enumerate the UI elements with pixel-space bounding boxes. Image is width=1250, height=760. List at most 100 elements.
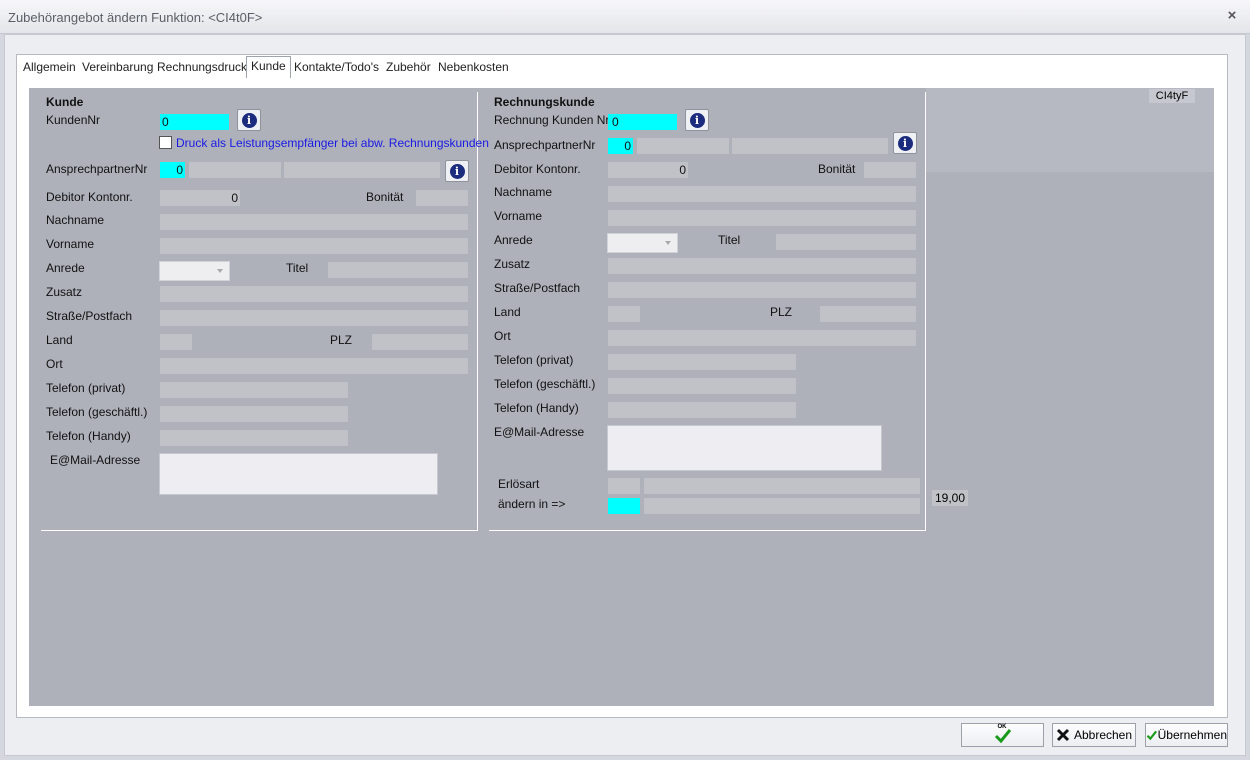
vorname-label: Vorname [46, 237, 95, 251]
r-ansprechpartner-input[interactable]: 0 [608, 138, 633, 154]
email-textarea[interactable] [159, 453, 438, 495]
ansprechpartner-field-3[interactable] [284, 162, 440, 178]
erloesart-code-input[interactable] [608, 478, 640, 494]
email-label: E@Mail-Adresse [50, 453, 141, 467]
aendern-code-input[interactable] [608, 498, 640, 514]
land-input[interactable] [160, 334, 192, 350]
tab-kontakte-todos[interactable]: Kontakte/Todo's [292, 59, 381, 77]
ansprechpartner-input[interactable]: 0 [160, 162, 185, 178]
nachname-input[interactable] [160, 214, 468, 230]
ok-check-icon: OK [994, 724, 1012, 744]
r-anrede-label: Anrede [494, 233, 533, 247]
r-tel-privat-input[interactable] [608, 354, 796, 370]
abbrechen-label: Abbrechen [1073, 728, 1133, 742]
kundennr-label: KundenNr [46, 113, 101, 127]
r-titel-input[interactable] [776, 234, 916, 250]
r-zusatz-input[interactable] [608, 258, 916, 274]
chevron-down-icon [217, 269, 223, 273]
vorname-input[interactable] [160, 238, 468, 254]
tel-geschaeft-input[interactable] [160, 406, 348, 422]
titel-label: Titel [286, 261, 309, 275]
anrede-select[interactable] [159, 261, 230, 281]
r-ansprechpartner-field-3[interactable] [732, 138, 888, 154]
window-title: Zubehörangebot ändern Funktion: <CI4t0F> [8, 10, 263, 25]
info-icon: i [449, 163, 465, 179]
apply-check-icon [1146, 730, 1158, 741]
leistungsempfaenger-checkbox[interactable] [159, 136, 172, 149]
strasse-input[interactable] [160, 310, 468, 326]
tab-kunde[interactable]: Kunde [246, 56, 291, 78]
r-vorname-label: Vorname [494, 209, 543, 223]
rechnung-kundennr-label: Rechnung Kunden Nr [494, 113, 610, 127]
r-nachname-input[interactable] [608, 186, 916, 202]
tab-allgemein[interactable]: Allgemein [21, 59, 78, 77]
info-icon: i [241, 112, 257, 128]
info-icon: i [897, 135, 913, 151]
erloesart-name-input[interactable] [644, 478, 920, 494]
ansprechpartner-info-button[interactable]: i [445, 160, 469, 182]
tel-handy-input[interactable] [160, 430, 348, 446]
aendern-name-input[interactable] [644, 498, 920, 514]
titel-input[interactable] [328, 262, 468, 278]
r-ansprechpartner-field-2[interactable] [637, 138, 729, 154]
kundennr-info-button[interactable]: i [237, 109, 261, 131]
plz-input[interactable] [372, 334, 468, 350]
land-label: Land [46, 333, 73, 347]
r-tel-handy-label: Telefon (Handy) [494, 401, 579, 415]
r-titel-label: Titel [718, 233, 741, 247]
ansprechpartner-field-2[interactable] [189, 162, 281, 178]
r-plz-label: PLZ [770, 305, 793, 319]
nachname-label: Nachname [46, 213, 105, 227]
bonitaet-label: Bonität [366, 190, 404, 204]
tab-vereinbarung[interactable]: Vereinbarung [80, 59, 155, 77]
tel-privat-input[interactable] [160, 382, 348, 398]
anrede-label: Anrede [46, 261, 85, 275]
r-strasse-label: Straße/Postfach [494, 281, 581, 295]
tel-privat-label: Telefon (privat) [46, 381, 126, 395]
close-icon[interactable]: × [1224, 7, 1240, 25]
ansprechpartner-label: AnsprechpartnerNr [46, 162, 148, 176]
ort-input[interactable] [160, 358, 468, 374]
r-ort-input[interactable] [608, 330, 916, 346]
r-bonitaet-input[interactable] [864, 162, 916, 178]
zusatz-input[interactable] [160, 286, 468, 302]
r-strasse-input[interactable] [608, 282, 916, 298]
r-tel-geschaeft-label: Telefon (geschäftl.) [494, 377, 596, 391]
r-tel-privat-label: Telefon (privat) [494, 353, 574, 367]
r-land-input[interactable] [608, 306, 640, 322]
aendern-label: ändern in => [498, 497, 566, 511]
ok-button[interactable]: OK [961, 723, 1044, 747]
r-debitor-input[interactable]: 0 [608, 162, 688, 178]
r-anrede-select[interactable] [607, 233, 678, 253]
debitor-label: Debitor Kontonr. [46, 190, 133, 204]
r-ansprechpartner-label: AnsprechpartnerNr [494, 138, 596, 152]
r-tel-handy-input[interactable] [608, 402, 796, 418]
r-debitor-label: Debitor Kontonr. [494, 162, 581, 176]
tab-nebenkosten[interactable]: Nebenkosten [436, 59, 511, 77]
debitor-input[interactable]: 0 [160, 190, 240, 206]
uebernehmen-button[interactable]: Übernehmen [1145, 723, 1228, 747]
leistungsempfaenger-checkbox-label[interactable]: Druck als Leistungsempfänger bei abw. Re… [176, 136, 489, 150]
r-zusatz-label: Zusatz [494, 257, 531, 271]
rechnung-kundennr-input[interactable]: 0 [608, 114, 677, 130]
rechnung-kundennr-info-button[interactable]: i [685, 109, 709, 131]
tel-handy-label: Telefon (Handy) [46, 429, 131, 443]
tab-rechnungsdruck[interactable]: Rechnungsdruck [155, 59, 249, 77]
strasse-label: Straße/Postfach [46, 309, 133, 323]
r-bonitaet-label: Bonität [818, 162, 856, 176]
r-vorname-input[interactable] [608, 210, 916, 226]
record-code: CI4tyF [1149, 89, 1195, 103]
tab-zubehoer[interactable]: Zubehör [384, 59, 433, 77]
r-email-textarea[interactable] [607, 425, 882, 471]
r-land-label: Land [494, 305, 521, 319]
r-ansprechpartner-info-button[interactable]: i [893, 132, 917, 154]
r-nachname-label: Nachname [494, 185, 553, 199]
kundennr-input[interactable]: 0 [160, 114, 229, 130]
r-plz-input[interactable] [820, 306, 916, 322]
bonitaet-input[interactable] [416, 190, 468, 206]
rechnungskunde-heading: Rechnungskunde [494, 95, 595, 109]
r-ort-label: Ort [494, 329, 511, 343]
r-tel-geschaeft-input[interactable] [608, 378, 796, 394]
uebernehmen-label: Übernehmen [1157, 728, 1227, 742]
abbrechen-button[interactable]: Abbrechen [1052, 723, 1136, 747]
